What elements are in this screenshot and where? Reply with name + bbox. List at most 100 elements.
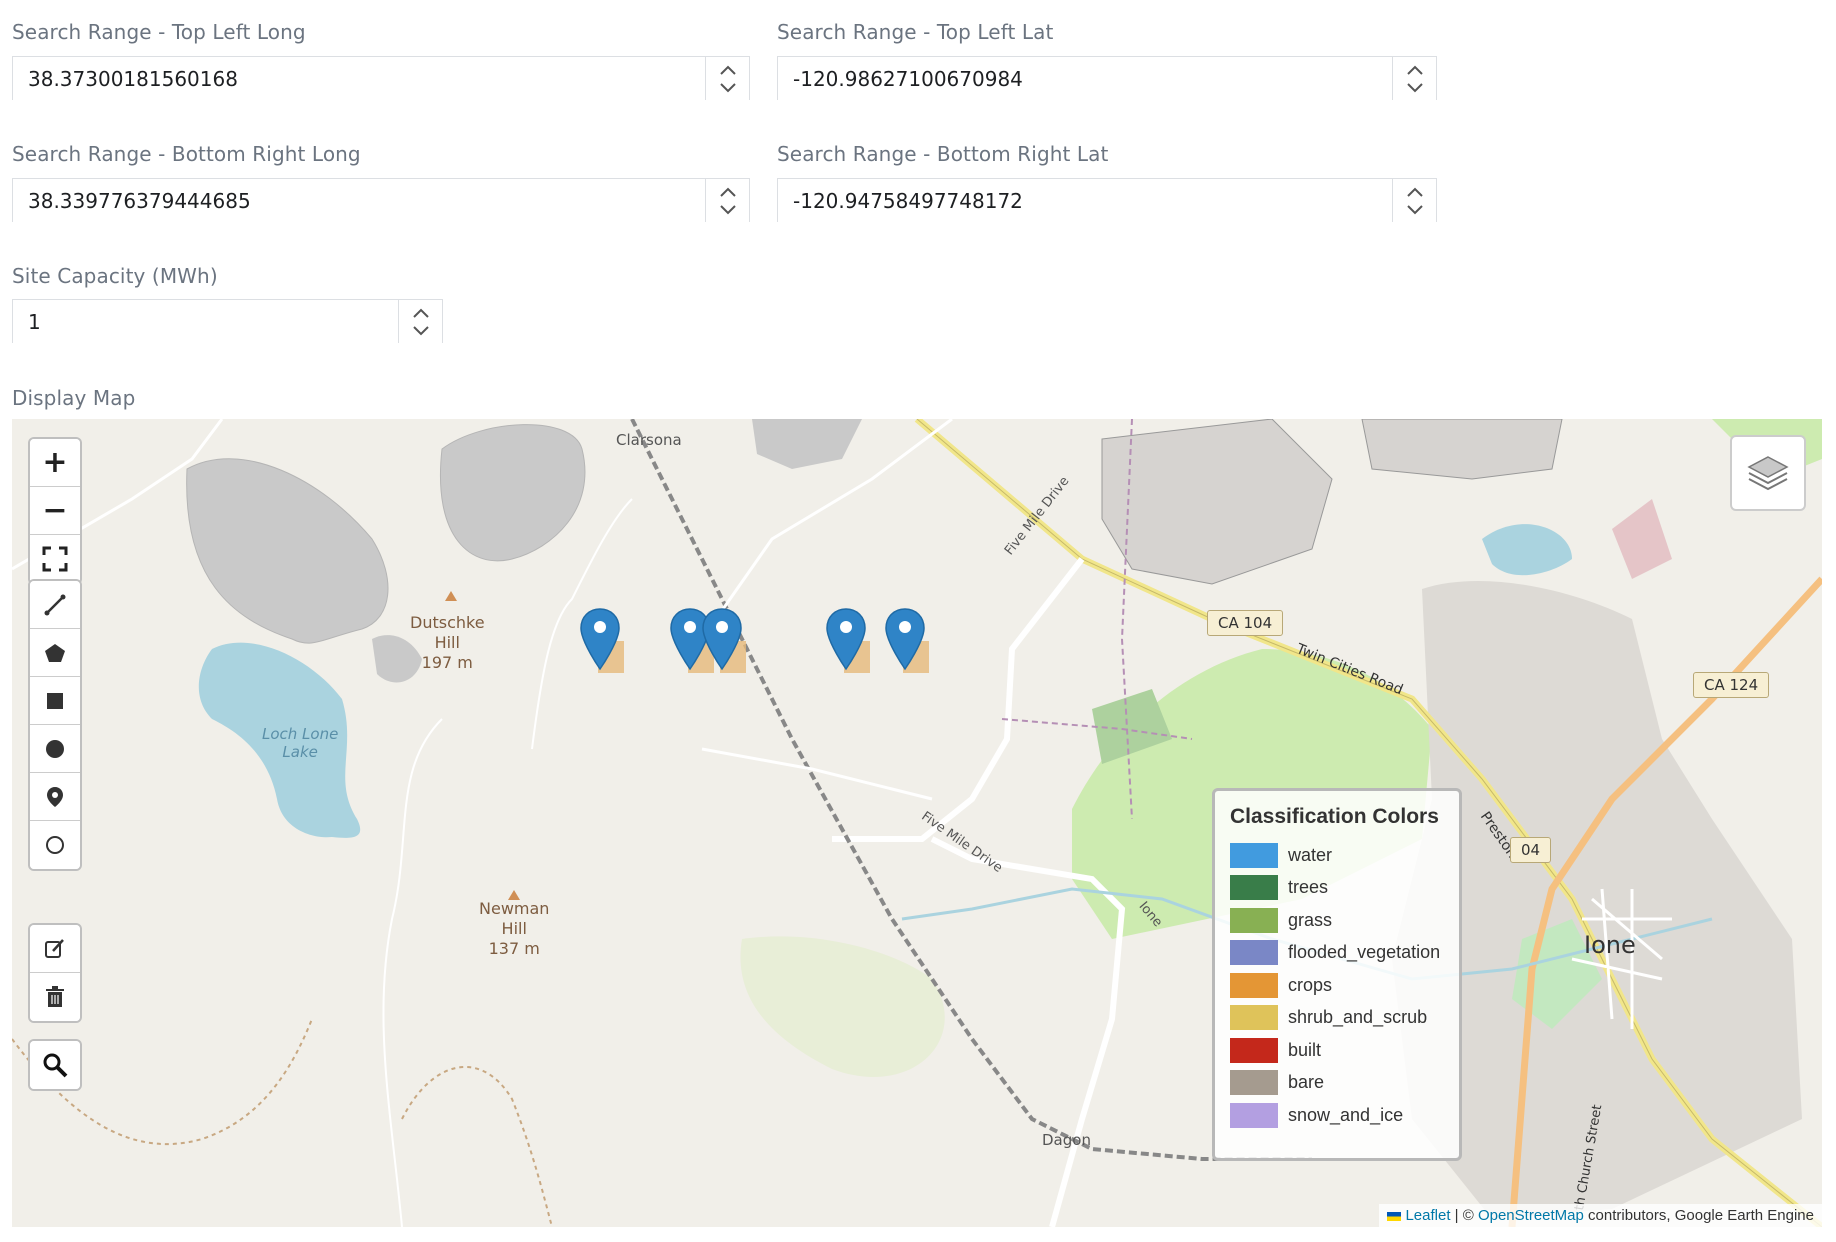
- site-capacity-value[interactable]: 1: [13, 300, 398, 343]
- legend-label: built: [1288, 1039, 1322, 1060]
- legend-label: grass: [1288, 909, 1333, 930]
- leaflet-link[interactable]: Leaflet: [1405, 1207, 1450, 1224]
- bottom-right-long-field[interactable]: 38.339776379444685: [12, 178, 750, 222]
- newman-hill-word: Hill: [501, 919, 527, 938]
- map-marker-icon: [826, 608, 870, 673]
- bottom-right-lat-stepper[interactable]: [1392, 179, 1436, 222]
- ione-town-label: Ione: [1584, 931, 1636, 959]
- map-marker[interactable]: [702, 607, 746, 673]
- map-marker[interactable]: [580, 607, 624, 673]
- site-capacity-stepper[interactable]: [398, 300, 442, 343]
- dutschke-name: Dutschke: [410, 613, 485, 632]
- ca104-shield: CA 104: [1207, 610, 1284, 636]
- dutschke-hill-label: Dutschke Hill 197 m: [410, 613, 485, 673]
- draw-marker-button[interactable]: [30, 773, 80, 821]
- map-marker-icon: [580, 608, 624, 673]
- site-capacity-label: Site Capacity (MWh): [12, 264, 218, 288]
- route-04-shield: 04: [1510, 837, 1552, 863]
- clarsona-label: Clarsona: [616, 431, 682, 449]
- draw-circle-marker-button[interactable]: [30, 821, 80, 869]
- legend-row: grass: [1230, 904, 1444, 937]
- map-tiles[interactable]: [12, 419, 1822, 1227]
- map-marker-icon: [702, 608, 746, 673]
- draw-circle-button[interactable]: [30, 725, 80, 773]
- newman-hill-label: Newman Hill 137 m: [479, 899, 549, 959]
- circle-marker-icon: [46, 836, 64, 854]
- map-marker[interactable]: [826, 607, 870, 673]
- rectangle-icon: [47, 692, 63, 709]
- bottom-right-long-stepper[interactable]: [705, 179, 749, 222]
- map-search-button[interactable]: [30, 1041, 80, 1089]
- top-left-lat-stepper[interactable]: [1392, 57, 1436, 100]
- map-marker[interactable]: [885, 607, 929, 673]
- marker-icon: [47, 786, 63, 807]
- fullscreen-button[interactable]: [30, 535, 80, 583]
- legend-swatch: [1230, 1070, 1278, 1096]
- legend-title: Classification Colors: [1230, 805, 1439, 828]
- display-map-label: Display Map: [12, 386, 136, 410]
- draw-rectangle-button[interactable]: [30, 677, 80, 725]
- legend-swatch: [1230, 907, 1278, 933]
- legend-row: shrub_and_scrub: [1230, 1002, 1444, 1035]
- draw-polygon-button[interactable]: [30, 629, 80, 677]
- polygon-icon: [45, 643, 65, 662]
- legend-swatch: [1230, 875, 1278, 901]
- site-capacity-field[interactable]: 1: [12, 299, 443, 343]
- circle-icon: [46, 739, 64, 758]
- edit-icon: [45, 938, 64, 958]
- stepper-icon: [1407, 65, 1423, 93]
- stepper-icon: [720, 65, 736, 93]
- osm-link[interactable]: OpenStreetMap: [1478, 1207, 1584, 1224]
- loch-lone-name: Loch Lone: [262, 725, 339, 743]
- newman-elevation: 137 m: [488, 939, 540, 958]
- edit-layers-button[interactable]: [30, 925, 80, 973]
- ukraine-flag-icon: [1387, 1211, 1402, 1221]
- top-left-lat-label: Search Range - Top Left Lat: [777, 20, 1054, 44]
- legend-label: crops: [1288, 974, 1333, 995]
- legend-row: flooded_vegetation: [1230, 937, 1444, 970]
- legend-swatch: [1230, 1037, 1278, 1063]
- legend-row: snow_and_ice: [1230, 1099, 1444, 1132]
- edit-toolbar: [28, 923, 82, 1023]
- legend-label: trees: [1288, 877, 1329, 898]
- legend-label: shrub_and_scrub: [1288, 1007, 1428, 1028]
- top-left-long-stepper[interactable]: [705, 57, 749, 100]
- legend-swatch: [1230, 972, 1278, 998]
- legend-row: crops: [1230, 969, 1444, 1002]
- loch-lone-lake-word: Lake: [282, 743, 318, 761]
- zoom-control: + −: [28, 437, 82, 585]
- dutschke-elevation: 197 m: [421, 653, 473, 672]
- top-left-long-label: Search Range - Top Left Long: [12, 20, 306, 44]
- classification-legend: Classification Colors water trees grass flo…: [1212, 788, 1462, 1161]
- legend-swatch: [1230, 1102, 1278, 1128]
- legend-row: built: [1230, 1034, 1444, 1067]
- ca124-shield: CA 124: [1693, 672, 1770, 698]
- legend-swatch: [1230, 842, 1278, 868]
- fullscreen-icon: [42, 546, 68, 572]
- legend-label: snow_and_ice: [1288, 1104, 1404, 1125]
- bottom-right-long-value[interactable]: 38.339776379444685: [13, 179, 705, 222]
- legend-label: flooded_vegetation: [1288, 942, 1441, 963]
- attribution-rest: contributors, Google Earth Engine: [1583, 1207, 1814, 1224]
- delete-layers-button[interactable]: [30, 973, 80, 1021]
- bottom-right-lat-value[interactable]: -120.94758497748172: [778, 179, 1392, 222]
- layers-control-button[interactable]: [1730, 435, 1806, 511]
- legend-row: water: [1230, 839, 1444, 872]
- search-control: [28, 1039, 82, 1091]
- top-left-long-value[interactable]: 38.37300181560168: [13, 57, 705, 100]
- draw-polyline-button[interactable]: [30, 581, 80, 629]
- top-left-lat-value[interactable]: -120.98627100670984: [778, 57, 1392, 100]
- map-container[interactable]: Clarsona Dutschke Hill 197 m Newman Hill…: [12, 419, 1822, 1227]
- draw-toolbar: [28, 579, 82, 871]
- zoom-in-button[interactable]: +: [30, 439, 80, 487]
- legend-swatch: [1230, 1005, 1278, 1031]
- stepper-icon: [1407, 187, 1423, 215]
- top-left-lat-field[interactable]: -120.98627100670984: [777, 56, 1437, 100]
- top-left-long-field[interactable]: 38.37300181560168: [12, 56, 750, 100]
- dutschke-hill-word: Hill: [434, 633, 460, 652]
- bottom-right-lat-field[interactable]: -120.94758497748172: [777, 178, 1437, 222]
- zoom-out-button[interactable]: −: [30, 487, 80, 535]
- legend-items: water trees grass flooded_vegetationcrops sh…: [1230, 839, 1444, 1132]
- polyline-icon: [44, 594, 66, 615]
- dagon-label: Dagon: [1042, 1131, 1091, 1149]
